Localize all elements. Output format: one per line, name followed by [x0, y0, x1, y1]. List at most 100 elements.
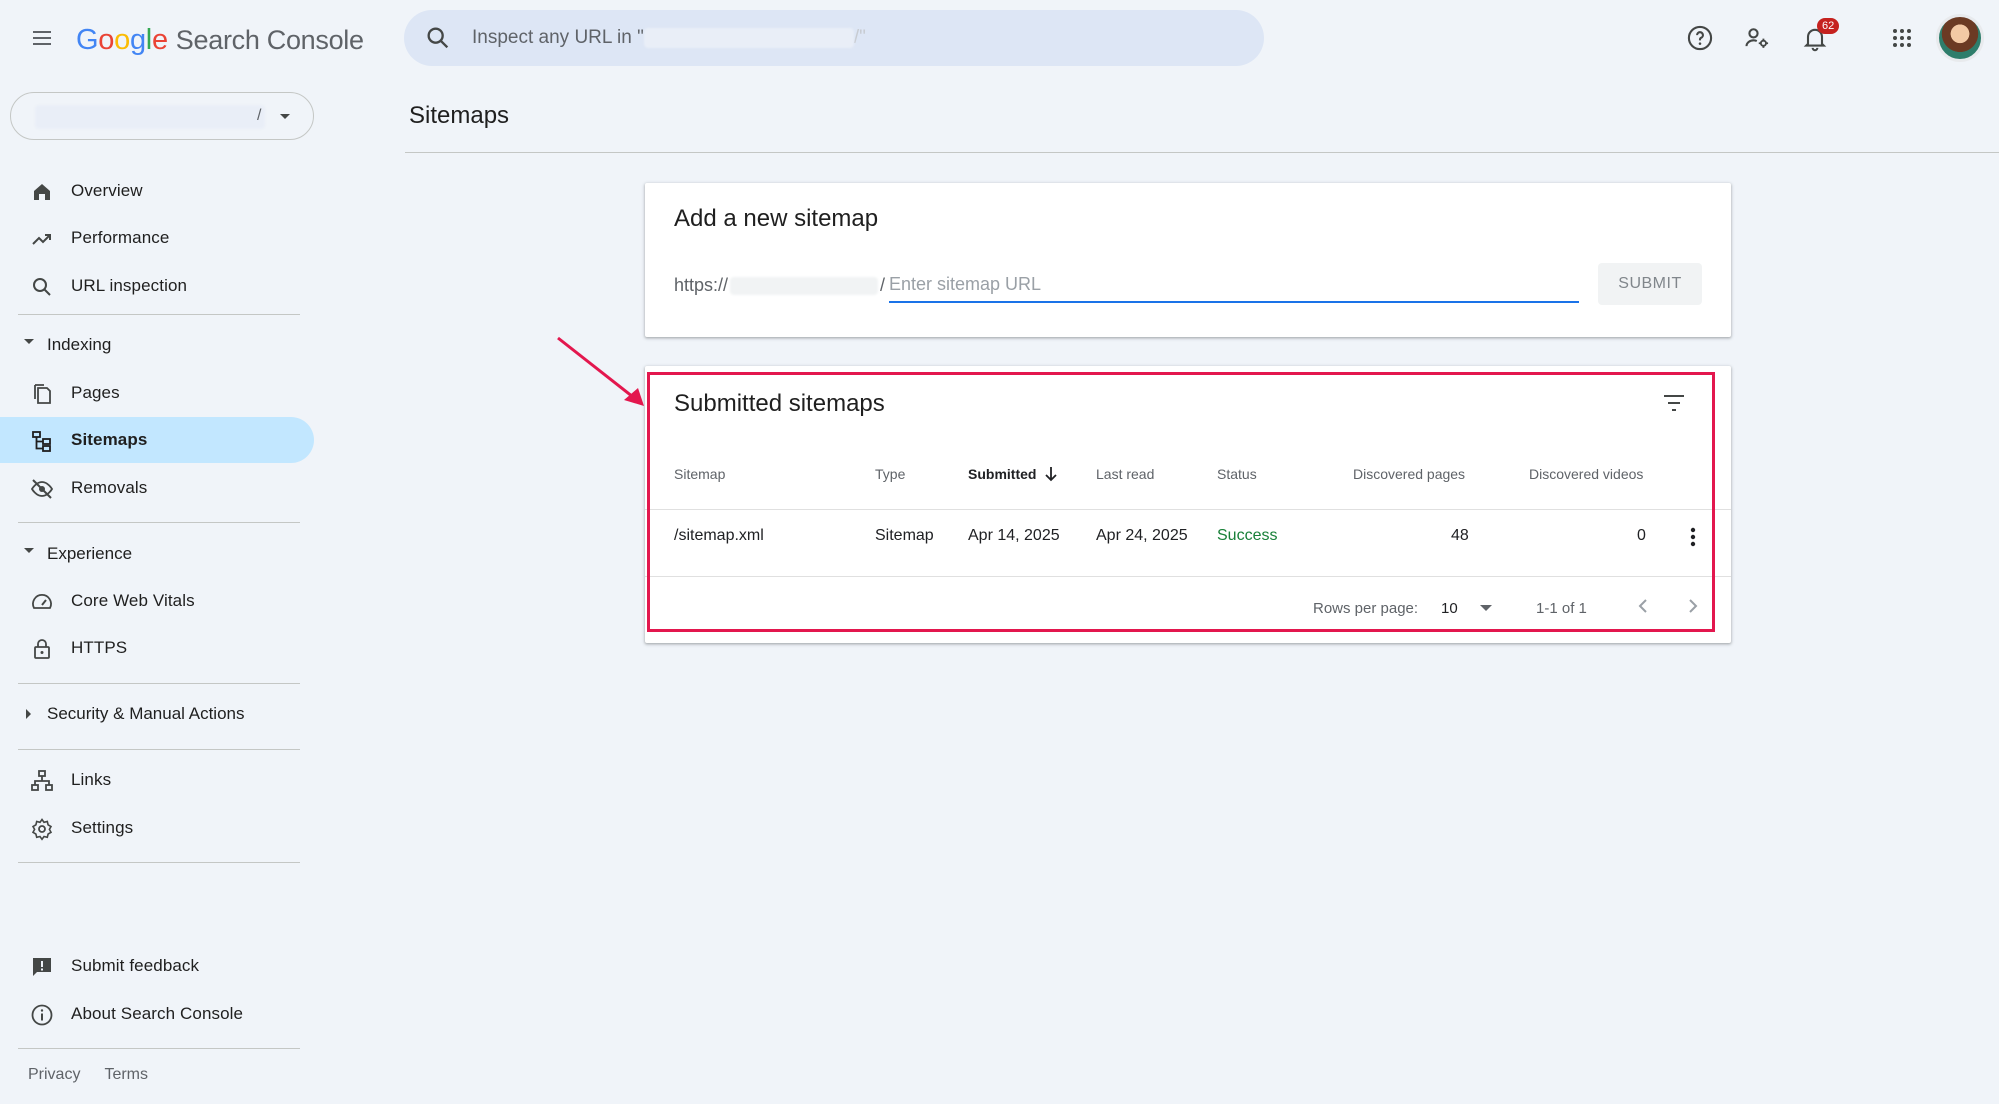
sitemap-icon: [32, 431, 51, 452]
sidebar-item-sitemaps[interactable]: Sitemaps: [0, 417, 314, 463]
column-header-sitemap[interactable]: Sitemap: [674, 466, 725, 482]
sidebar-section-label: Indexing: [47, 335, 112, 354]
product-name: Search Console: [175, 24, 364, 55]
page-title: Sitemaps: [409, 102, 510, 129]
annotation-arrow-icon: [557, 336, 644, 406]
sidebar-item-label: Links: [71, 770, 112, 789]
table-header-divider: [645, 509, 1731, 510]
row-more-options-button[interactable]: [1681, 522, 1705, 552]
search-console-logo[interactable]: Google Search Console: [76, 22, 364, 58]
main-menu-button[interactable]: [22, 18, 62, 58]
sidebar-item-links[interactable]: Links: [18, 757, 314, 803]
sidebar-item-label: Settings: [71, 818, 134, 837]
next-page-button[interactable]: [1679, 592, 1707, 620]
chevron-right-icon: [1689, 599, 1698, 613]
chevron-down-icon: [24, 339, 34, 344]
column-header-type[interactable]: Type: [875, 466, 905, 482]
sidebar-section-security[interactable]: Security & Manual Actions: [18, 694, 298, 734]
sidebar-item-url-inspection[interactable]: URL inspection: [18, 263, 314, 309]
google-apps-button[interactable]: [1882, 18, 1922, 58]
sidebar-item-performance[interactable]: Performance: [18, 215, 314, 261]
previous-page-button[interactable]: [1629, 592, 1657, 620]
search-placeholder-suffix: /": [853, 27, 866, 48]
cell-sitemap: /sitemap.xml: [674, 527, 764, 544]
cell-discovered-videos: 0: [1637, 527, 1646, 544]
help-icon: [1687, 25, 1713, 51]
redacted-property-url: [643, 28, 854, 48]
top-app-bar: Google Search Console Inspect any URL in…: [0, 0, 1999, 80]
sidebar-item-submit-feedback[interactable]: Submit feedback: [18, 943, 314, 989]
notifications-button[interactable]: 62: [1795, 18, 1840, 58]
sidebar-section-label: Experience: [47, 544, 133, 563]
pagination-range: 1-1 of 1: [1536, 600, 1587, 617]
sidebar-item-label: HTTPS: [71, 638, 128, 657]
sidebar-divider: [18, 749, 300, 750]
help-button[interactable]: [1680, 18, 1720, 58]
hamburger-menu-icon: [33, 31, 51, 45]
sidebar-item-label: Submit feedback: [71, 956, 200, 975]
sidebar-item-overview[interactable]: Overview: [18, 168, 314, 214]
search-placeholder: Inspect any URL in ": [472, 27, 644, 48]
sidebar-divider: [18, 314, 300, 315]
sidebar-item-settings[interactable]: Settings: [18, 805, 314, 851]
account-avatar[interactable]: [1936, 14, 1984, 62]
feedback-icon: [33, 958, 51, 976]
property-value-suffix: /: [257, 107, 262, 124]
property-selector[interactable]: /: [10, 92, 314, 140]
sidebar-item-label: URL inspection: [71, 276, 188, 295]
sidebar-item-https[interactable]: HTTPS: [18, 625, 314, 671]
search-icon: [33, 278, 51, 296]
column-header-discovered-pages[interactable]: Discovered pages: [1353, 466, 1465, 482]
info-icon: [31, 1004, 53, 1026]
pages-icon: [34, 384, 51, 404]
filter-button[interactable]: [1659, 388, 1689, 418]
chevron-right-icon: [26, 709, 31, 719]
sidebar-section-indexing[interactable]: Indexing: [18, 325, 298, 365]
sidebar-section-experience[interactable]: Experience: [18, 534, 298, 574]
chevron-left-icon: [1638, 599, 1647, 613]
visibility-off-icon: [30, 479, 54, 499]
account-settings-button[interactable]: [1737, 18, 1777, 58]
sidebar-item-label: Performance: [71, 228, 170, 247]
redacted-property-name: [35, 105, 265, 129]
sitemap-url-prefix: https:// /: [674, 275, 885, 296]
add-sitemap-title: Add a new sitemap: [674, 205, 879, 232]
sidebar-section-label: Security & Manual Actions: [47, 704, 245, 723]
sidebar-item-pages[interactable]: Pages: [18, 370, 314, 416]
logo-letter: o: [98, 23, 115, 56]
prefix-scheme: https://: [674, 275, 729, 295]
footer-links: Privacy Terms: [28, 1066, 148, 1084]
rows-per-page-select[interactable]: 10: [1441, 596, 1503, 620]
more-vertical-icon: [1690, 527, 1696, 547]
cell-last-read: Apr 24, 2025: [1096, 527, 1188, 544]
sidebar-item-about[interactable]: About Search Console: [18, 991, 314, 1037]
sidebar-item-label: Sitemaps: [71, 430, 148, 449]
search-icon: [427, 27, 449, 49]
column-header-last-read[interactable]: Last read: [1096, 466, 1154, 482]
logo-letter: e: [151, 23, 168, 56]
sidebar-item-label: Overview: [71, 181, 143, 200]
search-input[interactable]: Inspect any URL in " /": [472, 27, 866, 49]
submitted-sitemaps-card: Submitted sitemaps Sitemap Type Submitte…: [645, 366, 1731, 643]
sidebar-item-removals[interactable]: Removals: [18, 465, 314, 511]
logo-letter: G: [76, 23, 99, 56]
column-header-submitted[interactable]: Submitted: [968, 466, 1058, 482]
sidebar-item-core-web-vitals[interactable]: Core Web Vitals: [18, 578, 314, 624]
rows-per-page-label: Rows per page:: [1313, 600, 1419, 617]
column-header-discovered-videos[interactable]: Discovered videos: [1529, 466, 1643, 482]
page-title-divider: [405, 152, 1999, 153]
sitemap-url-input[interactable]: [889, 267, 1579, 303]
url-inspection-search-bar[interactable]: Inspect any URL in " /": [404, 10, 1264, 66]
privacy-link[interactable]: Privacy: [28, 1066, 80, 1084]
logo-letter: g: [129, 23, 146, 56]
submit-sitemap-button[interactable]: SUBMIT: [1598, 263, 1702, 305]
sidebar-divider: [18, 1048, 300, 1049]
apps-grid-icon: [1893, 29, 1911, 47]
terms-link[interactable]: Terms: [104, 1066, 148, 1084]
column-header-status[interactable]: Status: [1217, 466, 1257, 482]
sidebar-item-label: Core Web Vitals: [71, 591, 195, 610]
prefix-slash: /: [880, 275, 886, 295]
dropdown-caret-icon: [280, 114, 290, 119]
sidebar-item-label: Pages: [71, 383, 120, 402]
sidebar-divider: [18, 522, 300, 523]
